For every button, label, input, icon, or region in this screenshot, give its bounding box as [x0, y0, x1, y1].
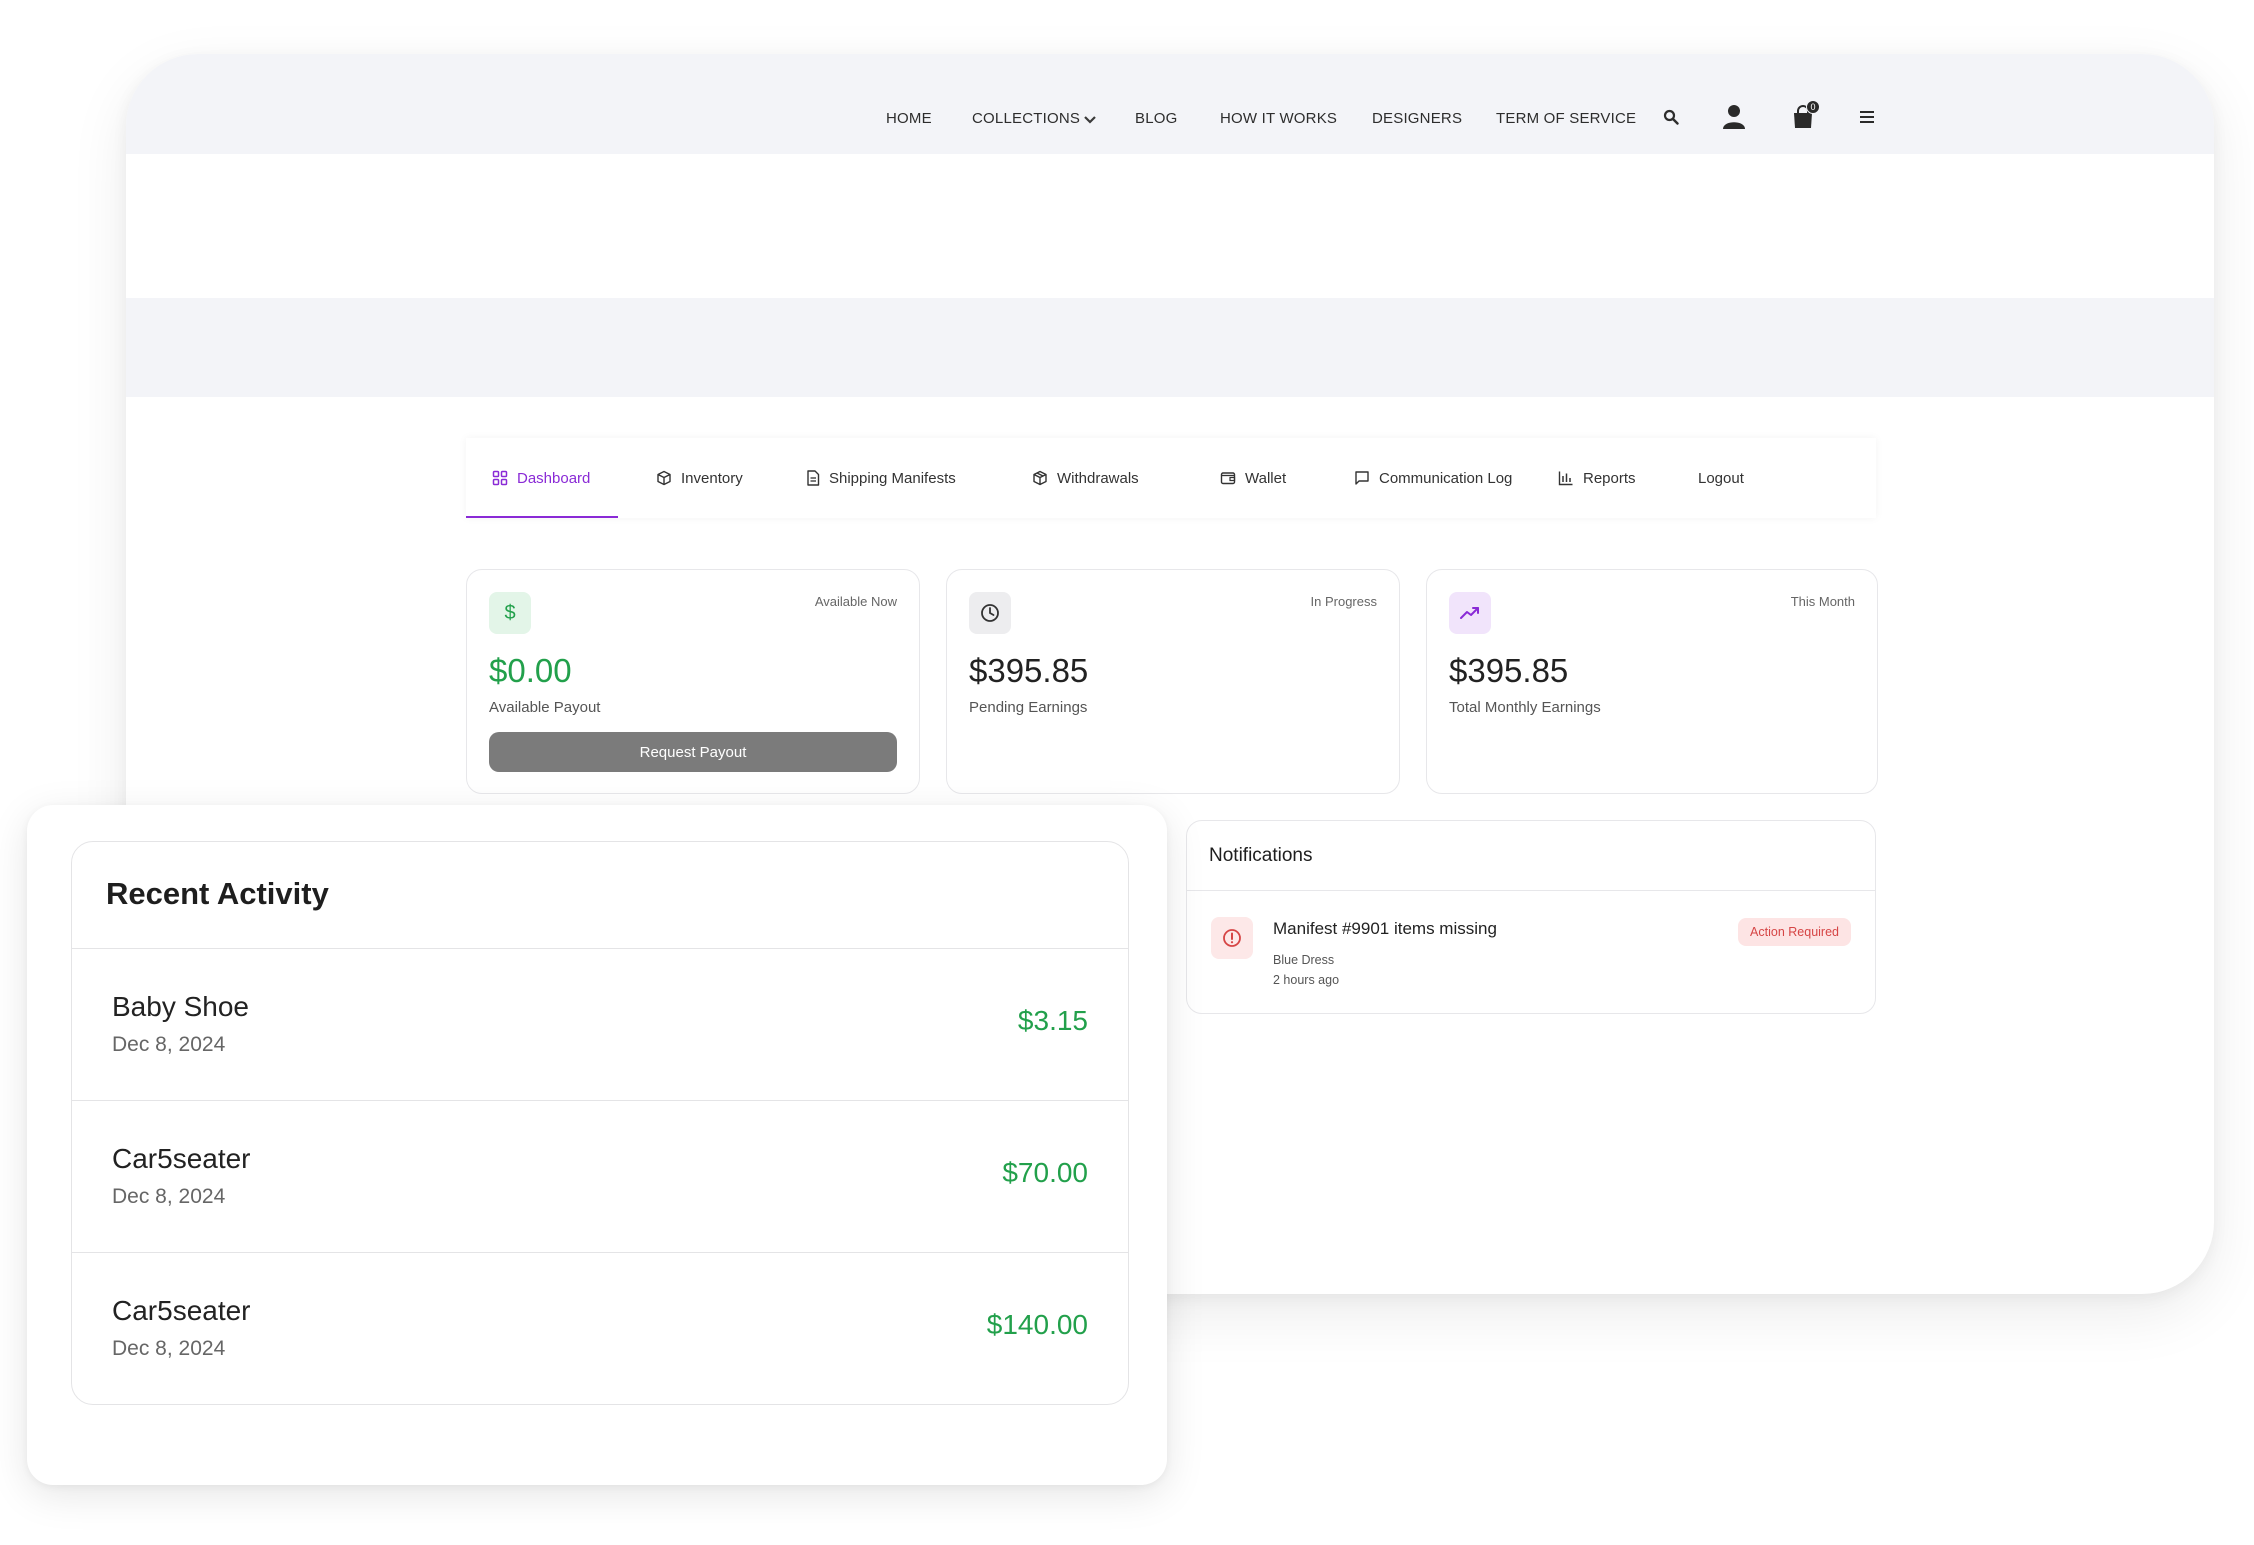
activity-name: Car5seater: [112, 1295, 251, 1326]
tab-label: Shipping Manifests: [829, 469, 956, 487]
wallet-icon: [1220, 472, 1236, 485]
activity-date: Dec 8, 2024: [112, 1337, 226, 1360]
tab-label: Wallet: [1245, 469, 1287, 487]
dashboard-tabs: Dashboard Inventory Shipping Manifests W…: [466, 438, 1876, 518]
nav-designers[interactable]: DESIGNERS: [1372, 110, 1462, 127]
tab-withdrawals[interactable]: Withdrawals: [1032, 438, 1139, 518]
chevron-down-icon: [1084, 116, 1096, 124]
tab-label: Inventory: [681, 469, 743, 487]
card-tag: In Progress: [1310, 594, 1377, 609]
document-icon: [807, 470, 820, 486]
nav-blog[interactable]: BLOG: [1135, 110, 1177, 127]
notifications-panel: Notifications Manifest #9901 items missi…: [1186, 820, 1876, 1014]
tab-label: Reports: [1583, 469, 1636, 487]
card-label: Available Payout: [489, 699, 601, 716]
nav-collections[interactable]: COLLECTIONS: [972, 110, 1097, 127]
search-icon[interactable]: [1656, 102, 1686, 132]
tab-label: Communication Log: [1379, 469, 1513, 487]
pending-earnings-card: In Progress $395.85 Pending Earnings: [946, 569, 1400, 794]
card-amount: $0.00: [489, 652, 572, 689]
recent-activity-card: Recent Activity Baby Shoe Dec 8, 2024 $3…: [71, 841, 1129, 1405]
card-amount: $395.85: [969, 652, 1089, 689]
available-payout-card: $ Available Now $0.00 Available Payout R…: [466, 569, 920, 794]
card-label: Pending Earnings: [969, 699, 1088, 716]
alert-circle-icon: [1211, 917, 1253, 959]
recent-activity-title: Recent Activity: [72, 842, 1128, 949]
card-tag: This Month: [1790, 594, 1855, 609]
notification-subtitle: Blue Dress: [1273, 953, 1335, 967]
clock-icon: [969, 592, 1011, 634]
nav-how-it-works[interactable]: HOW IT WORKS: [1220, 110, 1337, 127]
activity-date: Dec 8, 2024: [112, 1033, 226, 1056]
status-badge: Action Required: [1738, 918, 1851, 946]
tab-shipping-manifests[interactable]: Shipping Manifests: [806, 438, 956, 518]
cart-count-badge: 0: [1806, 100, 1820, 114]
svg-text:$: $: [504, 602, 515, 624]
card-tag: Available Now: [814, 594, 897, 609]
list-item[interactable]: Baby Shoe Dec 8, 2024 $3.15: [72, 949, 1128, 1101]
nav-terms[interactable]: TERM OF SERVICE: [1496, 110, 1636, 127]
nav-home[interactable]: HOME: [886, 110, 932, 127]
user-icon[interactable]: [1719, 102, 1749, 132]
top-navigation: HOME COLLECTIONS BLOG HOW IT WORKS DESIG…: [126, 54, 2214, 154]
notification-time: 2 hours ago: [1273, 973, 1340, 987]
tab-logout[interactable]: Logout: [1698, 438, 1744, 518]
activity-name: Baby Shoe: [112, 991, 249, 1022]
tab-label: Withdrawals: [1057, 469, 1139, 487]
request-payout-button[interactable]: Request Payout: [489, 732, 897, 772]
notification-item[interactable]: Manifest #9901 items missing Blue Dress …: [1187, 891, 1875, 1013]
recent-activity-overlay: Recent Activity Baby Shoe Dec 8, 2024 $3…: [27, 805, 1167, 1485]
tab-dashboard[interactable]: Dashboard: [466, 438, 618, 518]
cart-icon[interactable]: 0: [1788, 100, 1820, 132]
activity-amount: $70.00: [1002, 1157, 1088, 1188]
dollar-icon: $: [489, 592, 531, 634]
trending-up-icon: [1449, 592, 1491, 634]
page-banner: [126, 298, 2214, 397]
grid-icon: [492, 470, 508, 486]
nav-collections-label: COLLECTIONS: [972, 110, 1081, 127]
monthly-earnings-card: This Month $395.85 Total Monthly Earning…: [1426, 569, 1878, 794]
activity-amount: $140.00: [986, 1309, 1088, 1340]
list-item[interactable]: Car5seater Dec 8, 2024 $140.00: [72, 1253, 1128, 1404]
bar-chart-icon: [1558, 471, 1573, 486]
tab-reports[interactable]: Reports: [1558, 438, 1636, 518]
tab-wallet[interactable]: Wallet: [1220, 438, 1286, 518]
tab-inventory[interactable]: Inventory: [656, 438, 743, 518]
list-item[interactable]: Car5seater Dec 8, 2024 $70.00: [72, 1101, 1128, 1253]
card-label: Total Monthly Earnings: [1449, 699, 1601, 716]
activity-name: Car5seater: [112, 1143, 251, 1174]
notification-title: Manifest #9901 items missing: [1273, 919, 1497, 938]
card-amount: $395.85: [1449, 652, 1569, 689]
tab-label: Logout: [1698, 469, 1744, 487]
activity-date: Dec 8, 2024: [112, 1185, 226, 1208]
menu-icon[interactable]: [1852, 102, 1882, 132]
message-icon: [1355, 471, 1369, 485]
tab-label: Dashboard: [517, 469, 591, 487]
activity-amount: $3.15: [1017, 1005, 1088, 1036]
box-icon: [657, 470, 671, 486]
package-icon: [1033, 470, 1047, 486]
notifications-title: Notifications: [1187, 821, 1875, 891]
tab-communication-log[interactable]: Communication Log: [1354, 438, 1512, 518]
